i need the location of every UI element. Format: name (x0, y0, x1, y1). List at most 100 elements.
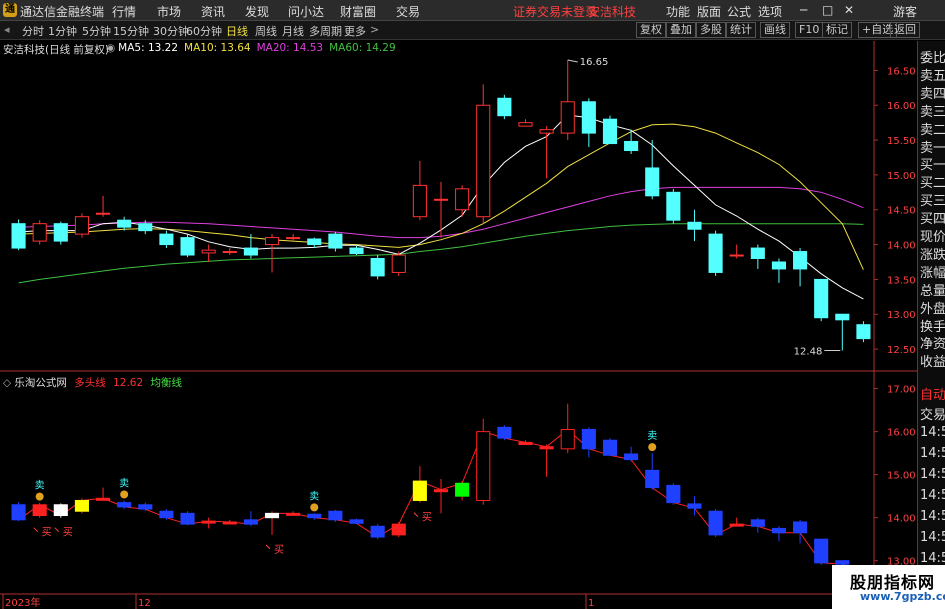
sub-candle-body[interactable] (201, 520, 216, 524)
menu-item-1[interactable]: 市场 (157, 3, 181, 20)
menu-item-6[interactable]: 交易 (396, 3, 420, 20)
candle-body[interactable] (645, 167, 660, 197)
candle-body[interactable] (814, 278, 829, 319)
sub-candle-body[interactable] (243, 519, 258, 525)
period-8[interactable]: 月线 (282, 23, 304, 39)
toolbar-button-5[interactable]: F10 (795, 22, 824, 38)
maximize-icon[interactable]: □ (822, 3, 833, 17)
candle-body[interactable] (729, 254, 744, 257)
candle-body[interactable] (307, 238, 322, 246)
sub-candle-body[interactable] (624, 453, 639, 461)
candle-body[interactable] (539, 129, 554, 134)
sub-candle-body[interactable] (74, 499, 89, 512)
toolbar-button-8[interactable]: 返回 (890, 22, 920, 38)
sub-candle-body[interactable] (708, 510, 723, 536)
toolbar-button-4[interactable]: 画线 (760, 22, 790, 38)
candle-body[interactable] (96, 212, 111, 215)
candle-body[interactable] (602, 118, 618, 145)
sub-candle-body[interactable] (750, 519, 765, 527)
candle-body[interactable] (328, 233, 343, 249)
candle-body[interactable] (138, 223, 153, 232)
candle-body[interactable] (264, 237, 280, 246)
sub-candle-body[interactable] (687, 503, 702, 509)
sub-candle-body[interactable] (117, 502, 132, 508)
candle-body[interactable] (497, 97, 512, 117)
sub-candle-body[interactable] (328, 510, 343, 521)
toolbar-back-icon[interactable]: ◂ (4, 23, 10, 36)
toolbar-button-6[interactable]: 标记 (822, 22, 852, 38)
kline-chart[interactable]: 16.50 16.00 15.50 15.00 14.50 14.00 13.50 13.00… (0, 41, 917, 609)
candle-body[interactable] (11, 223, 26, 249)
candle-body[interactable] (581, 101, 596, 134)
sub-candle-body[interactable] (835, 560, 850, 565)
sub-candle-body[interactable] (349, 519, 364, 524)
candle-body[interactable] (412, 184, 427, 218)
toolbar-button-3[interactable]: 统计 (726, 22, 756, 38)
sub-candle-body[interactable] (581, 428, 596, 450)
period-0[interactable]: 分时 (22, 23, 44, 39)
sub-candle-body[interactable] (433, 489, 449, 493)
sub-candle-body[interactable] (391, 523, 406, 536)
candle-body[interactable] (750, 247, 765, 260)
menu-item-0[interactable]: 行情 (112, 3, 136, 20)
sub-candle-body[interactable] (476, 431, 491, 501)
menu-right-2[interactable]: 公式 (727, 3, 751, 20)
sub-candle-body[interactable] (307, 513, 322, 519)
candle-body[interactable] (243, 247, 258, 256)
sub-candle-body[interactable] (96, 497, 111, 501)
sub-candle-body[interactable] (729, 523, 744, 527)
sub-candle-body[interactable] (264, 512, 280, 519)
sub-candle-body[interactable] (138, 504, 153, 510)
menu-item-3[interactable]: 发现 (245, 3, 269, 20)
sub-candle-body[interactable] (645, 469, 660, 489)
sub-candle-body[interactable] (222, 521, 237, 525)
sub-candle-body[interactable] (32, 504, 47, 517)
period-6[interactable]: 日线 (226, 23, 248, 39)
candle-body[interactable] (560, 101, 575, 134)
period-10[interactable]: 更多 (344, 23, 366, 39)
candle-body[interactable] (180, 237, 195, 256)
sub-candle-body[interactable] (412, 480, 427, 501)
sub-candle-body[interactable] (370, 525, 385, 538)
candle-body[interactable] (687, 221, 702, 230)
candle-body[interactable] (74, 216, 89, 235)
candle-body[interactable] (159, 233, 174, 246)
candle-body[interactable] (286, 237, 301, 240)
candle-body[interactable] (455, 188, 470, 211)
candle-body[interactable] (666, 191, 681, 221)
candle-body[interactable] (201, 249, 216, 254)
sub-candle-body[interactable] (518, 441, 533, 446)
period-9[interactable]: 多周期 (309, 23, 342, 39)
menu-item-5[interactable]: 财富圈 (340, 3, 376, 20)
period-4[interactable]: 30分钟 (153, 23, 189, 39)
sub-candle-body[interactable] (666, 484, 681, 504)
more-chevron-icon[interactable]: > (370, 23, 379, 36)
candle-body[interactable] (391, 254, 406, 273)
sub-candle-body[interactable] (497, 426, 512, 439)
candle-body[interactable] (476, 104, 491, 218)
candle-body[interactable] (856, 324, 871, 340)
candle-body[interactable] (117, 219, 132, 228)
period-1[interactable]: 1分钟 (48, 23, 77, 39)
minimize-icon[interactable]: ─ (800, 3, 807, 17)
period-5[interactable]: 60分钟 (186, 23, 222, 39)
candle-body[interactable] (624, 140, 639, 152)
candle-body[interactable] (433, 198, 449, 201)
menu-right-1[interactable]: 版面 (697, 3, 721, 20)
sub-candle-body[interactable] (539, 446, 554, 450)
sub-candle-body[interactable] (560, 428, 575, 450)
sub-candle-body[interactable] (159, 510, 174, 519)
sub-candle-body[interactable] (814, 538, 829, 564)
menu-item-4[interactable]: 问小达 (288, 3, 324, 20)
candle-body[interactable] (222, 251, 237, 254)
sub-candle-body[interactable] (602, 439, 618, 456)
sub-candle-body[interactable] (11, 504, 26, 521)
close-icon[interactable]: ✕ (844, 3, 854, 17)
sub-candle-body[interactable] (455, 482, 470, 497)
sub-candle-body[interactable] (286, 512, 301, 516)
login-notice[interactable]: 证券交易未登录 (513, 3, 597, 20)
candle-body[interactable] (771, 261, 786, 270)
candle-body[interactable] (835, 313, 850, 321)
candle-body[interactable] (349, 247, 364, 255)
period-7[interactable]: 周线 (255, 23, 277, 39)
